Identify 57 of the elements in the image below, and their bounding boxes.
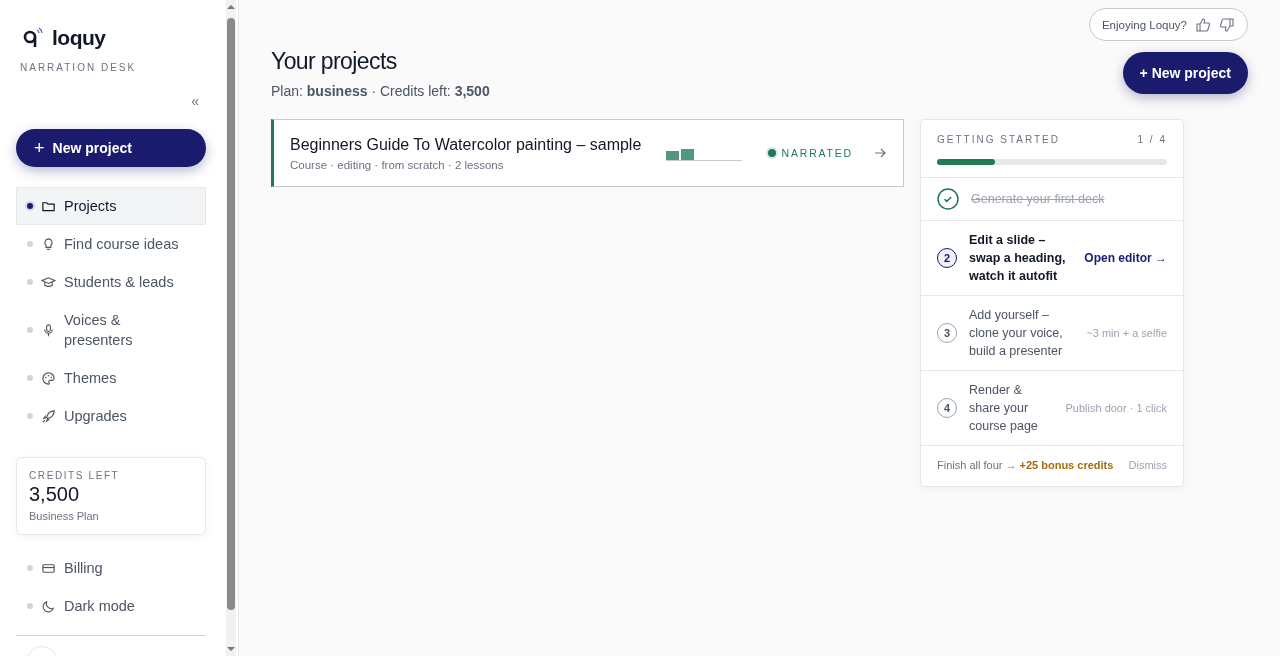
- card-title: GETTING STARTED: [937, 134, 1060, 145]
- bonus-note: Finish all four → +25 bonus credits: [937, 458, 1115, 473]
- tagline: NARRATION DESK: [20, 62, 138, 73]
- new-project-button[interactable]: + New project: [16, 129, 206, 167]
- bullet-dot: [27, 413, 33, 419]
- status-label: NARRATED: [781, 147, 853, 159]
- scroll-down-icon[interactable]: [226, 644, 236, 654]
- palette-icon: [41, 370, 56, 386]
- brand-name: loquy: [52, 26, 106, 50]
- feedback-label: Enjoying Loquy?: [1101, 18, 1187, 31]
- thumbs-down-icon[interactable]: [1219, 16, 1235, 33]
- step-text: Add yourself – clone your voice, build a presenter: [969, 307, 1064, 360]
- step-count: 1 / 4: [1137, 134, 1167, 145]
- nav-item[interactable]: Dark mode: [16, 587, 206, 625]
- project-title: Beginners Guide To Watercolor painting – sample: [290, 135, 643, 154]
- step-hint: Publish door · 1 click: [1065, 401, 1167, 416]
- open-editor-link[interactable]: Open editor →: [1084, 251, 1167, 265]
- step-text: Edit a slide – swap a heading, watch it autofit: [969, 232, 1067, 285]
- step-number: 2: [937, 248, 957, 268]
- collapse-button[interactable]: «: [191, 93, 206, 109]
- bullet-dot: [27, 279, 33, 285]
- bullet-dot: [27, 203, 33, 209]
- moon-icon: [41, 598, 56, 614]
- nav-item[interactable]: Projects: [16, 187, 206, 225]
- bullet-dot: [27, 327, 33, 333]
- scroll-up-icon[interactable]: [226, 2, 236, 12]
- bullet-dot: [27, 375, 33, 381]
- credits-label: CREDITS LEFT: [29, 470, 121, 481]
- scrollbar[interactable]: [226, 0, 236, 656]
- cap-icon: [41, 274, 56, 290]
- nav-item[interactable]: Find course ideas: [16, 225, 206, 263]
- project-card[interactable]: Beginners Guide To Watercolor painting – sample Course · editing · from scratch · 2 lessons NARRATED: [271, 119, 904, 187]
- bulb-icon: [41, 236, 56, 252]
- mic-icon: [41, 322, 56, 338]
- nav-item[interactable]: Themes: [16, 359, 206, 397]
- bullet-dot: [27, 241, 33, 247]
- page-title: Your projects: [271, 48, 398, 75]
- nav-item[interactable]: Students & leads: [16, 263, 206, 301]
- step-hint: ~3 min + a selfie: [1086, 326, 1167, 341]
- nav-item[interactable]: Voices & presenters: [16, 301, 206, 359]
- new-project-button[interactable]: + New project: [1122, 52, 1248, 94]
- bullet-dot: [27, 565, 33, 571]
- credits-value: 3,500: [29, 483, 81, 506]
- logo-icon: [22, 27, 44, 49]
- plan-summary: Plan: business · Credits left: 3,500: [271, 83, 490, 99]
- check-icon: [937, 188, 959, 210]
- nav-item[interactable]: Upgrades: [16, 397, 206, 435]
- project-meta: Course · editing · from scratch · 2 lessons: [290, 158, 505, 171]
- plan-name: Business Plan: [29, 510, 100, 522]
- step-text: Generate your first deck: [971, 191, 1106, 208]
- thumbs-up-icon[interactable]: [1195, 16, 1211, 33]
- nav-item[interactable]: Billing: [16, 549, 206, 587]
- rocket-icon: [41, 408, 56, 424]
- arrow-icon[interactable]: [873, 146, 887, 160]
- status-dot: [767, 149, 776, 157]
- bullet-dot: [27, 603, 33, 609]
- step-text: Render & share your course page: [969, 382, 1039, 435]
